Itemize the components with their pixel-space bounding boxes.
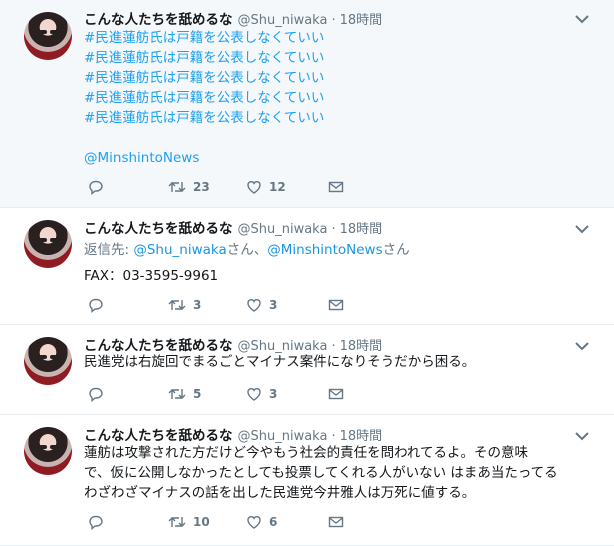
retweet-count: 3 — [193, 298, 202, 312]
reply-icon — [89, 298, 103, 313]
tweet-actions: 3 3 — [84, 297, 384, 317]
timestamp[interactable]: 18時間 — [340, 222, 383, 237]
chevron-down-icon[interactable] — [574, 341, 590, 351]
retweet-icon — [168, 300, 186, 310]
retweet-icon — [168, 182, 186, 192]
like-icon — [247, 388, 261, 401]
reply-context: 返信先: @Shu_niwakaさん、@MinshintoNewsさん — [84, 240, 410, 260]
hashtag-link[interactable]: #民進蓮舫氏は戸籍を公表しなくていい — [84, 48, 324, 68]
chevron-down-icon[interactable] — [574, 224, 590, 234]
reply-icon — [89, 180, 103, 195]
tweet-body: 民進党は右旋回でまるごとマイナス案件になりそうだから困る。 — [84, 354, 476, 370]
like-button[interactable]: 3 — [246, 386, 277, 402]
tweet[interactable]: こんな人たちを舐めるな @Shu_niwaka · 18時間 返信先: @Shu_ni… — [0, 208, 614, 325]
like-count: 3 — [269, 387, 278, 401]
reply-button[interactable] — [88, 297, 104, 313]
hashtag-link[interactable]: #民進蓮舫氏は戸籍を公表しなくていい — [84, 88, 324, 108]
like-count: 3 — [269, 298, 278, 312]
mention-link[interactable]: @MinshintoNews — [84, 148, 324, 168]
retweet-button[interactable]: 3 — [168, 297, 201, 313]
reply-san: さん — [382, 242, 410, 258]
avatar[interactable] — [24, 220, 72, 268]
dm-icon — [328, 181, 344, 193]
timestamp[interactable]: 18時間 — [340, 13, 383, 28]
reply-icon — [89, 387, 103, 402]
reply-button[interactable] — [88, 386, 104, 402]
tweet-body: FAX：03-3595-9961 — [84, 268, 219, 284]
like-icon — [247, 181, 261, 194]
reply-button[interactable] — [88, 514, 104, 530]
reply-san: さん、 — [226, 242, 268, 258]
screen-name[interactable]: @Shu_niwaka — [238, 222, 328, 237]
like-button[interactable]: 3 — [246, 297, 277, 313]
chevron-down-icon[interactable] — [574, 431, 590, 441]
direct-message-button[interactable] — [328, 514, 344, 530]
dm-icon — [328, 388, 344, 400]
mention-link[interactable]: @Shu_niwaka — [133, 242, 226, 258]
timestamp[interactable]: 18時間 — [340, 429, 383, 444]
hashtag-link[interactable]: #民進蓮舫氏は戸籍を公表しなくていい — [84, 68, 324, 88]
dm-icon — [328, 299, 344, 311]
screen-name[interactable]: @Shu_niwaka — [238, 429, 328, 444]
screen-name[interactable]: @Shu_niwaka — [238, 13, 328, 28]
display-name[interactable]: こんな人たちを舐めるな — [84, 12, 233, 28]
like-button[interactable]: 6 — [246, 514, 277, 530]
display-name[interactable]: こんな人たちを舐めるな — [84, 428, 233, 444]
reply-icon — [89, 515, 103, 530]
retweet-button[interactable]: 10 — [168, 514, 210, 530]
separator-dot: · — [331, 222, 336, 237]
dm-icon — [328, 516, 344, 528]
tweet-text: 返信先: @Shu_niwakaさん、@MinshintoNewsさん FAX：… — [84, 240, 410, 286]
like-icon — [247, 516, 261, 529]
retweet-count: 5 — [193, 387, 202, 401]
direct-message-button[interactable] — [328, 386, 344, 402]
tweet-header: こんな人たちを舐めるな @Shu_niwaka · 18時間 — [84, 8, 382, 28]
tweet-line: 蓮舫は攻撃された方だけど今やもう社会的責任を問われてるよ。その意味 — [84, 445, 529, 461]
hashtag-link[interactable]: #民進蓮舫氏は戸籍を公表しなくていい — [84, 108, 324, 128]
tweet-actions: 5 3 — [84, 386, 384, 406]
separator-dot: · — [331, 13, 336, 28]
reply-button[interactable] — [88, 179, 104, 195]
retweet-button[interactable]: 23 — [168, 179, 210, 195]
like-icon — [247, 299, 261, 312]
retweet-count: 23 — [193, 180, 210, 194]
separator-dot: · — [331, 429, 336, 444]
tweet-text: #民進蓮舫氏は戸籍を公表しなくていい #民進蓮舫氏は戸籍を公表しなくていい #民… — [84, 28, 324, 168]
retweet-icon — [168, 389, 186, 399]
tweet[interactable]: こんな人たちを舐めるな @Shu_niwaka · 18時間 #民進蓮舫氏は戸籍を公表… — [0, 0, 614, 208]
reply-prefix: 返信先: — [84, 242, 134, 258]
like-count: 12 — [269, 180, 286, 194]
tweet-actions: 23 12 — [84, 179, 384, 199]
timeline: こんな人たちを舐めるな @Shu_niwaka · 18時間 #民進蓮舫氏は戸籍を公表… — [0, 0, 614, 546]
chevron-down-icon[interactable] — [574, 14, 590, 24]
tweet-actions: 10 6 — [84, 514, 384, 534]
retweet-icon — [168, 517, 186, 527]
like-button[interactable]: 12 — [246, 179, 286, 195]
avatar[interactable] — [24, 337, 72, 385]
direct-message-button[interactable] — [328, 179, 344, 195]
hashtag-link[interactable]: #民進蓮舫氏は戸籍を公表しなくていい — [84, 28, 324, 48]
avatar[interactable] — [24, 427, 72, 475]
display-name[interactable]: こんな人たちを舐めるな — [84, 221, 233, 237]
avatar[interactable] — [24, 12, 72, 60]
tweet-line: で、仮に公開しなかったとしても投票してくれる人がいない はまあ当たってる — [84, 465, 558, 481]
retweet-count: 10 — [193, 515, 210, 529]
tweet-text: 蓮舫は攻撃された方だけど今やもう社会的責任を問われてるよ。その意味 で、仮に公開… — [84, 443, 558, 503]
direct-message-button[interactable] — [328, 297, 344, 313]
retweet-button[interactable]: 5 — [168, 386, 201, 402]
tweet-line: わざわざマイナスの話を出した民進党今井雅人は万死に値する。 — [84, 485, 476, 501]
like-count: 6 — [269, 515, 278, 529]
tweet-header: こんな人たちを舐めるな @Shu_niwaka · 18時間 — [84, 334, 382, 354]
tweet-header: こんな人たちを舐めるな @Shu_niwaka · 18時間 — [84, 217, 382, 237]
mention-link[interactable]: @MinshintoNews — [267, 242, 382, 258]
tweet[interactable]: こんな人たちを舐めるな @Shu_niwaka · 18時間 蓮舫は攻撃された方だけど… — [0, 415, 614, 546]
tweet-header: こんな人たちを舐めるな @Shu_niwaka · 18時間 — [84, 424, 382, 444]
tweet[interactable]: こんな人たちを舐めるな @Shu_niwaka · 18時間 民進党は右旋回でまるごと… — [0, 325, 614, 415]
